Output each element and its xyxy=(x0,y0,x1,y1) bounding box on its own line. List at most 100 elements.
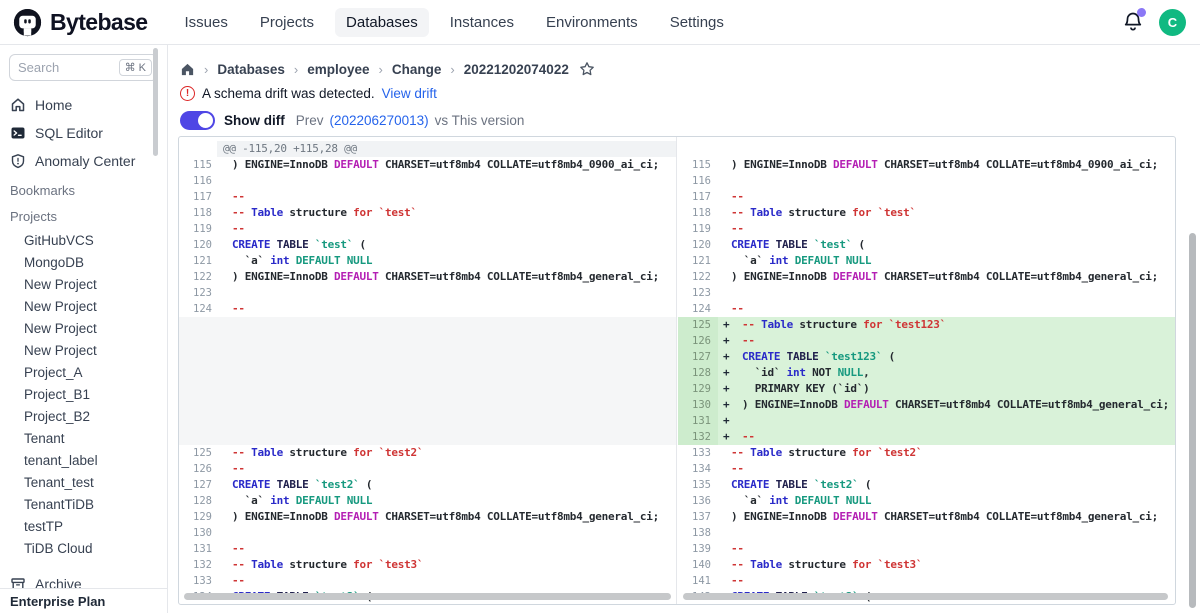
search-input[interactable]: Search ⌘ K xyxy=(9,54,158,81)
star-icon[interactable] xyxy=(579,61,595,77)
line-number xyxy=(179,397,219,413)
sidebar-scrollbar[interactable] xyxy=(153,48,158,156)
breadcrumb-databases[interactable]: Databases xyxy=(217,62,285,77)
breadcrumb-employee[interactable]: employee xyxy=(307,62,369,77)
view-drift-link[interactable]: View drift xyxy=(382,86,437,101)
line-number: 141 xyxy=(678,573,718,589)
breadcrumb-separator: › xyxy=(450,62,454,77)
plan-badge: Enterprise Plan xyxy=(0,588,167,613)
diff-row-122: 122) ENGINE=InnoDB DEFAULT CHARSET=utf8m… xyxy=(179,269,676,285)
toggle-knob xyxy=(198,113,213,128)
line-number: 116 xyxy=(678,173,718,189)
brand-logo[interactable]: Bytebase xyxy=(12,7,147,38)
project-list: GitHubVCSMongoDBNew ProjectNew ProjectNe… xyxy=(0,229,167,559)
main-nav: Issues Projects Databases Instances Environm… xyxy=(173,8,734,37)
code-line xyxy=(731,525,1176,541)
diff-row-129: 129+ PRIMARY KEY (`id`) xyxy=(678,381,1176,397)
code-line: `a` int DEFAULT NULL xyxy=(232,493,676,509)
notifications-button[interactable] xyxy=(1123,11,1143,33)
project-item-tenant-test[interactable]: Tenant_test xyxy=(0,471,167,493)
nav-item-issues[interactable]: Issues xyxy=(173,8,238,37)
page-vertical-scrollbar[interactable] xyxy=(1189,233,1196,608)
diff-row-126: 126+-- xyxy=(678,333,1176,349)
sidebar-item-anomaly-center[interactable]: Anomaly Center xyxy=(0,147,167,175)
project-item-mongodb[interactable]: MongoDB xyxy=(0,251,167,273)
line-number: 132 xyxy=(678,429,718,445)
home-breadcrumb-icon[interactable] xyxy=(180,62,195,77)
avatar[interactable]: C xyxy=(1159,9,1186,36)
code-line: -- xyxy=(731,573,1176,589)
code-line: -- xyxy=(742,333,1176,349)
project-item-new-project[interactable]: New Project xyxy=(0,339,167,361)
prev-version-link[interactable]: (202206270013) xyxy=(330,113,429,128)
project-item-githubvcs[interactable]: GitHubVCS xyxy=(0,229,167,251)
project-item-tidb-cloud[interactable]: TiDB Cloud xyxy=(0,537,167,559)
code-line: `id` int NOT NULL, xyxy=(742,365,1176,381)
nav-item-databases[interactable]: Databases xyxy=(335,8,429,37)
diff-row-127: 127+CREATE TABLE `test123` ( xyxy=(678,349,1176,365)
nav-item-projects[interactable]: Projects xyxy=(249,8,325,37)
code-line: `a` int DEFAULT NULL xyxy=(232,253,676,269)
code-line: CREATE TABLE `test` ( xyxy=(731,237,1176,253)
project-item-project-b2[interactable]: Project_B2 xyxy=(0,405,167,427)
project-item-tenant-label[interactable]: tenant_label xyxy=(0,449,167,471)
line-number: 126 xyxy=(179,461,219,477)
diff-toolbar: Show diff Prev (202206270013) vs This ve… xyxy=(180,111,1200,130)
line-number: 134 xyxy=(678,461,718,477)
code-line: -- xyxy=(232,573,676,589)
project-item-project-b1[interactable]: Project_B1 xyxy=(0,383,167,405)
line-number: 135 xyxy=(678,477,718,493)
diff-row-140: 140-- Table structure for `test3` xyxy=(678,557,1176,573)
bookmarks-section-label[interactable]: Bookmarks xyxy=(0,177,167,203)
nav-item-environments[interactable]: Environments xyxy=(535,8,649,37)
code-line xyxy=(232,413,676,429)
line-number: 115 xyxy=(179,157,219,173)
project-item-testtp[interactable]: testTP xyxy=(0,515,167,537)
diff-row xyxy=(179,429,676,445)
project-item-project-a[interactable]: Project_A xyxy=(0,361,167,383)
diff-row-133: 133-- xyxy=(179,573,676,589)
diff-pane-previous: @@ -115,20 +115,28 @@115) ENGINE=InnoDB … xyxy=(179,137,677,604)
project-item-new-project[interactable]: New Project xyxy=(0,273,167,295)
added-line-marker: + xyxy=(723,317,730,333)
diff-row-133: 133-- Table structure for `test2` xyxy=(678,445,1176,461)
diff-row-137: 137) ENGINE=InnoDB DEFAULT CHARSET=utf8m… xyxy=(678,509,1176,525)
diff-row-141: 141 -- xyxy=(678,573,1176,589)
horizontal-scrollbar-right[interactable] xyxy=(683,593,1168,600)
line-number: 117 xyxy=(179,189,219,205)
sidebar-item-home[interactable]: Home xyxy=(0,91,167,119)
diff-row-128: 128+ `id` int NOT NULL, xyxy=(678,365,1176,381)
diff-row-129: 129) ENGINE=InnoDB DEFAULT CHARSET=utf8m… xyxy=(179,509,676,525)
code-line xyxy=(232,397,676,413)
projects-section-label[interactable]: Projects xyxy=(0,203,167,229)
line-number: 122 xyxy=(678,269,718,285)
breadcrumb-change[interactable]: Change xyxy=(392,62,442,77)
line-number: 133 xyxy=(678,445,718,461)
diff-row-124: 124-- xyxy=(179,301,676,317)
sidebar-item-sql-editor[interactable]: SQL Editor xyxy=(0,119,167,147)
line-number: 123 xyxy=(179,285,219,301)
line-number: 128 xyxy=(678,365,718,381)
horizontal-scrollbar-left[interactable] xyxy=(184,593,671,600)
diff-row-130: 130 xyxy=(179,525,676,541)
diff-row-121: 121 `a` int DEFAULT NULL xyxy=(179,253,676,269)
added-line-marker: + xyxy=(723,381,730,397)
line-number: 140 xyxy=(678,557,718,573)
line-number: 120 xyxy=(179,237,219,253)
breadcrumb-separator: › xyxy=(379,62,383,77)
diff-row-123: 123 xyxy=(678,285,1176,301)
nav-item-instances[interactable]: Instances xyxy=(439,8,525,37)
code-line: -- xyxy=(731,461,1176,477)
breadcrumb-version[interactable]: 20221202074022 xyxy=(464,62,569,77)
alert-circle-icon: ! xyxy=(180,86,195,101)
nav-item-settings[interactable]: Settings xyxy=(659,8,735,37)
project-item-tenant[interactable]: Tenant xyxy=(0,427,167,449)
project-item-new-project[interactable]: New Project xyxy=(0,317,167,339)
home-icon xyxy=(10,97,26,113)
project-item-tenanttidb[interactable]: TenantTiDB xyxy=(0,493,167,515)
line-number: 116 xyxy=(179,173,219,189)
schema-drift-alert: ! A schema drift was detected. View drif… xyxy=(180,86,1200,101)
added-line-marker: + xyxy=(723,397,730,413)
show-diff-toggle[interactable] xyxy=(180,111,215,130)
project-item-new-project[interactable]: New Project xyxy=(0,295,167,317)
